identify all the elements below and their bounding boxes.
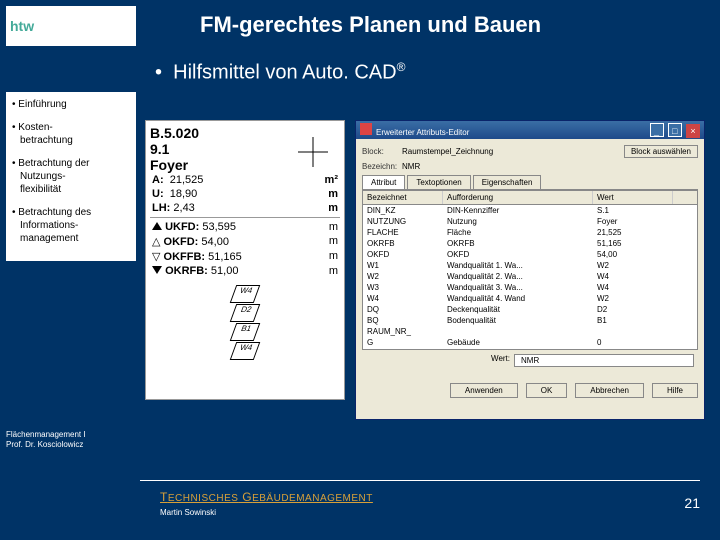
origin-cross-icon (298, 137, 328, 167)
slide-title: FM-gerechtes Planen und Bauen (200, 12, 541, 38)
table-row[interactable]: W4Wandqualität 4. WandW2 (363, 293, 697, 304)
ok-button[interactable]: OK (526, 383, 568, 398)
tab-properties[interactable]: Eigenschaften (473, 175, 542, 189)
triangle-down-icon (152, 266, 162, 274)
dialog-tabs: Attribut Textoptionen Eigenschaften (362, 175, 698, 190)
slide-subtitle: • Hilfsmittel von Auto. CAD® (155, 60, 405, 85)
triangle-up-icon (152, 222, 162, 230)
table-row[interactable]: W3Wandqualität 3. Wa...W4 (363, 282, 697, 293)
help-button[interactable]: Hilfe (652, 383, 698, 398)
table-row[interactable]: GGebäude0 (363, 337, 697, 348)
sidebar-item-flex: • Betrachtung der Nutzungs- flexibilität (12, 157, 130, 196)
dialog-titlebar[interactable]: Erweiterter Attributs-Editor _ □ × (356, 121, 704, 139)
table-row[interactable]: W2Wandqualität 2. Wa...W4 (363, 271, 697, 282)
apply-button[interactable]: Anwenden (450, 383, 518, 398)
block-value: Raumstempel_Zeichnung (402, 147, 493, 156)
table-row[interactable]: W1Wandqualität 1. Wa...W2 (363, 260, 697, 271)
table-row[interactable]: OKRFBOKRFB51,165 (363, 238, 697, 249)
tab-textoptions[interactable]: Textoptionen (407, 175, 470, 189)
dialog-footer: Anwenden OK Abbrechen Hilfe (356, 377, 704, 404)
value-input[interactable] (514, 354, 694, 367)
attribute-editor-dialog: Erweiterter Attributs-Editor _ □ × Block… (355, 120, 705, 420)
table-row[interactable]: DQDeckenqualitätD2 (363, 304, 697, 315)
reference-citation: Flächenmanagement I Prof. Dr. Kosciolowi… (6, 430, 136, 451)
value-label: Wert: (491, 354, 510, 367)
close-button[interactable]: × (686, 124, 700, 138)
tab-attribute[interactable]: Attribut (362, 175, 405, 189)
footer-author: Martin Sowinski (160, 508, 216, 517)
block-label: Block: (362, 147, 402, 156)
select-block-button[interactable]: Block auswählen (624, 145, 698, 158)
table-row[interactable]: FLACHEFläche21,525 (363, 227, 697, 238)
footer-title: TECHNISCHES GEBÄUDEMANAGEMENT (160, 490, 373, 504)
minimize-button[interactable]: _ (650, 123, 664, 137)
sidebar-item-intro: • Einführung (12, 98, 130, 111)
designation-label: Bezeichn: (362, 162, 402, 171)
designation-value: NMR (402, 162, 420, 171)
table-row[interactable]: BQBodenqualitätB1 (363, 315, 697, 326)
sidebar-item-cost: • Kosten- betrachtung (12, 121, 130, 147)
page-number: 21 (684, 495, 700, 511)
diamond-labels: W4 D2 B1 W4 (150, 284, 340, 360)
table-row[interactable]: RAUM_NR_ (363, 326, 697, 337)
footer-divider (140, 480, 700, 481)
sidebar-item-info: • Betrachtung des Informations- manageme… (12, 206, 130, 245)
maximize-button[interactable]: □ (668, 123, 682, 137)
table-row[interactable]: NUTZUNGNutzungFoyer (363, 216, 697, 227)
logo-text: htw (10, 18, 34, 34)
app-icon (360, 123, 372, 135)
table-row[interactable]: OKFDOKFD54,00 (363, 249, 697, 260)
attribute-table[interactable]: Bezeichnet Aufforderung Wert DIN_KZDIN-K… (362, 190, 698, 350)
cancel-button[interactable]: Abbrechen (575, 383, 644, 398)
htw-logo: htw (6, 6, 136, 46)
room-stamp-panel: B.5.020 9.1 Foyer A: 21,525m² U: 18,90m … (145, 120, 345, 400)
table-row[interactable]: DIN_KZDIN-KennzifferS.1 (363, 205, 697, 216)
sidebar-nav: • Einführung • Kosten- betrachtung • Bet… (6, 92, 136, 261)
